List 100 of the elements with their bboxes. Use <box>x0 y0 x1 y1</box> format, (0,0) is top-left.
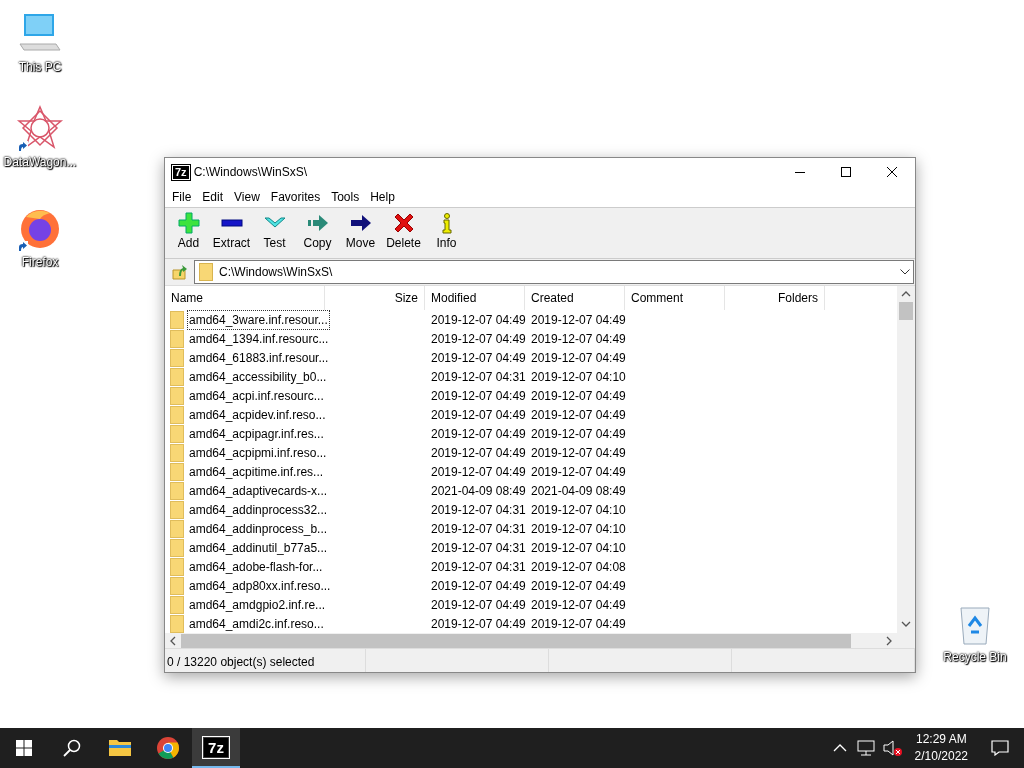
folder-icon <box>170 576 184 595</box>
toolbar-button[interactable]: Move <box>339 210 382 258</box>
table-cell-text: 2019-12-07 04:31 <box>430 368 525 386</box>
table-cell-text: 2019-12-07 04:31 <box>430 501 525 519</box>
clock[interactable]: 12:29 AM 2/10/2022 <box>906 731 976 765</box>
maximize-icon <box>841 167 851 177</box>
table-cell-text: 2019-12-07 04:49 <box>530 406 625 424</box>
file-name[interactable]: amd64_acpidev.inf.reso... <box>187 404 328 425</box>
table-cell-text: 2019-12-07 04:49 <box>430 596 525 614</box>
toolbar-button[interactable]: Delete <box>382 210 425 258</box>
file-name[interactable]: amd64_adp80xx.inf.reso... <box>187 575 333 596</box>
table-cell-text: 2019-12-07 04:10 <box>530 368 625 386</box>
toolbar-button[interactable]: Extract <box>210 210 253 258</box>
folder-icon <box>170 348 184 367</box>
folder-icon <box>170 500 184 519</box>
table-cell-text: 2019-12-07 04:49 <box>430 577 525 595</box>
window-title: C:\Windows\WinSxS\ <box>193 164 308 181</box>
column-header[interactable]: Created <box>525 286 625 310</box>
close-icon <box>887 167 897 177</box>
file-name[interactable]: amd64_61883.inf.resour... <box>187 347 331 368</box>
scrollbar-thumb[interactable] <box>899 302 913 320</box>
table-cell-text: 2019-12-07 04:49 <box>530 349 625 367</box>
table-cell-text: 2019-12-07 04:10 <box>530 520 625 538</box>
table-cell-text: 2019-12-07 04:08 <box>530 558 625 576</box>
table-cell-text: 2019-12-07 04:31 <box>430 539 525 557</box>
table-cell-text: 2019-12-07 04:31 <box>430 520 525 538</box>
table-cell-text: 2019-12-07 04:31 <box>430 558 525 576</box>
table-cell-text: 2019-12-07 04:49 <box>430 387 525 405</box>
column-header[interactable]: Modified <box>425 286 525 310</box>
column-header[interactable]: Folders <box>725 286 825 310</box>
table-cell-text: 2019-12-07 04:49 <box>530 330 625 348</box>
vertical-scrollbar[interactable] <box>897 286 915 648</box>
file-name[interactable]: amd64_amdi2c.inf.reso... <box>187 613 326 634</box>
folder-icon <box>170 386 184 405</box>
search-icon[interactable] <box>63 739 81 757</box>
file-name[interactable]: amd64_acpipmi.inf.reso... <box>187 442 329 463</box>
table-cell-text: 2019-12-07 04:49 <box>430 425 525 443</box>
toolbar-button[interactable]: Test <box>253 210 296 258</box>
table-cell-text: 2019-12-07 04:49 <box>430 349 525 367</box>
table-cell-text: 2019-12-07 04:49 <box>530 311 625 329</box>
table-cell-text: 2019-12-07 04:49 <box>530 577 625 595</box>
table-cell-text: 2019-12-07 04:49 <box>430 330 525 348</box>
chrome-icon <box>156 736 180 760</box>
folder-icon <box>170 367 184 386</box>
address-field[interactable]: C:\Windows\WinSxS\ <box>194 260 914 284</box>
table-cell-text: 2019-12-07 04:49 <box>430 406 525 424</box>
toolbar-button[interactable]: Add <box>167 210 210 258</box>
column-header[interactable]: Name <box>165 286 325 310</box>
menu-item[interactable]: Help <box>366 187 399 206</box>
icon-label[interactable]: DataWagon... <box>3 153 77 171</box>
table-cell-text: 2021-04-09 08:49 <box>530 482 625 500</box>
taskbar-app-button[interactable]: 7z <box>192 728 240 768</box>
menu-item[interactable]: Favorites <box>266 187 325 206</box>
file-name[interactable]: amd64_adaptivecards-x... <box>187 480 330 501</box>
toolbar-button[interactable]: Info <box>425 210 468 258</box>
toolbar-button[interactable]: Copy <box>296 210 339 258</box>
shortcut-arrow-icon <box>16 141 28 153</box>
menu-item[interactable]: Edit <box>198 187 228 206</box>
file-name[interactable]: amd64_amdgpio2.inf.re... <box>187 594 328 615</box>
file-name[interactable]: amd64_adobe-flash-for... <box>187 556 325 577</box>
chevron-down-icon <box>900 269 910 275</box>
table-cell-text: 2019-12-07 04:49 <box>530 615 625 633</box>
file-name[interactable]: amd64_acpipagr.inf.res... <box>187 423 326 444</box>
shortcut-arrow-icon <box>16 241 28 253</box>
table-cell-text: 2019-12-07 04:49 <box>430 444 525 462</box>
table-cell-text: 2019-12-07 04:49 <box>530 425 625 443</box>
arrow-icon <box>349 212 372 234</box>
menu-item[interactable]: File <box>168 187 196 206</box>
table-cell-text: 2019-12-07 04:49 <box>530 387 625 405</box>
chevron-up-icon[interactable] <box>832 744 847 752</box>
folder-icon <box>170 329 184 348</box>
table-cell-text: 2019-12-07 04:49 <box>530 596 625 614</box>
icon-label[interactable]: This PC <box>18 58 62 76</box>
file-name[interactable]: amd64_addinprocess32... <box>187 499 330 520</box>
file-name[interactable]: amd64_3ware.inf.resour... <box>187 309 330 330</box>
file-name[interactable]: amd64_acpi.inf.resourc... <box>187 385 326 406</box>
file-name[interactable]: amd64_accessibility_b0... <box>187 366 329 387</box>
folder-icon <box>170 462 184 481</box>
status-text: 0 / 13220 object(s) selected <box>167 655 315 669</box>
folder-icon <box>170 519 184 538</box>
network-icon[interactable] <box>856 740 875 756</box>
file-name[interactable]: amd64_addinprocess_b... <box>187 518 330 539</box>
app-logo: 7z <box>173 165 189 179</box>
menu-item[interactable]: View <box>230 187 264 206</box>
file-name[interactable]: amd64_addinutil_b77a5... <box>187 537 330 558</box>
column-header[interactable]: Size <box>325 286 425 310</box>
icon-label[interactable]: Firefox <box>21 253 59 271</box>
column-header[interactable]: Comment <box>625 286 725 310</box>
file-name[interactable]: amd64_1394.inf.resourc... <box>187 328 331 349</box>
volume-muted-icon[interactable] <box>882 740 903 756</box>
folder-icon <box>199 263 213 281</box>
folder-icon <box>170 443 184 462</box>
folder-icon <box>170 557 184 576</box>
table-cell-text: 2019-12-07 04:49 <box>530 444 625 462</box>
table-cell-text: 2019-12-07 04:49 <box>430 311 525 329</box>
table-cell-text: 2019-12-07 04:10 <box>530 539 625 557</box>
file-name[interactable]: amd64_acpitime.inf.res... <box>187 461 326 482</box>
arrow-icon <box>306 212 329 234</box>
icon-label[interactable]: Recycle Bin <box>943 648 1007 666</box>
menu-item[interactable]: Tools <box>327 187 364 206</box>
